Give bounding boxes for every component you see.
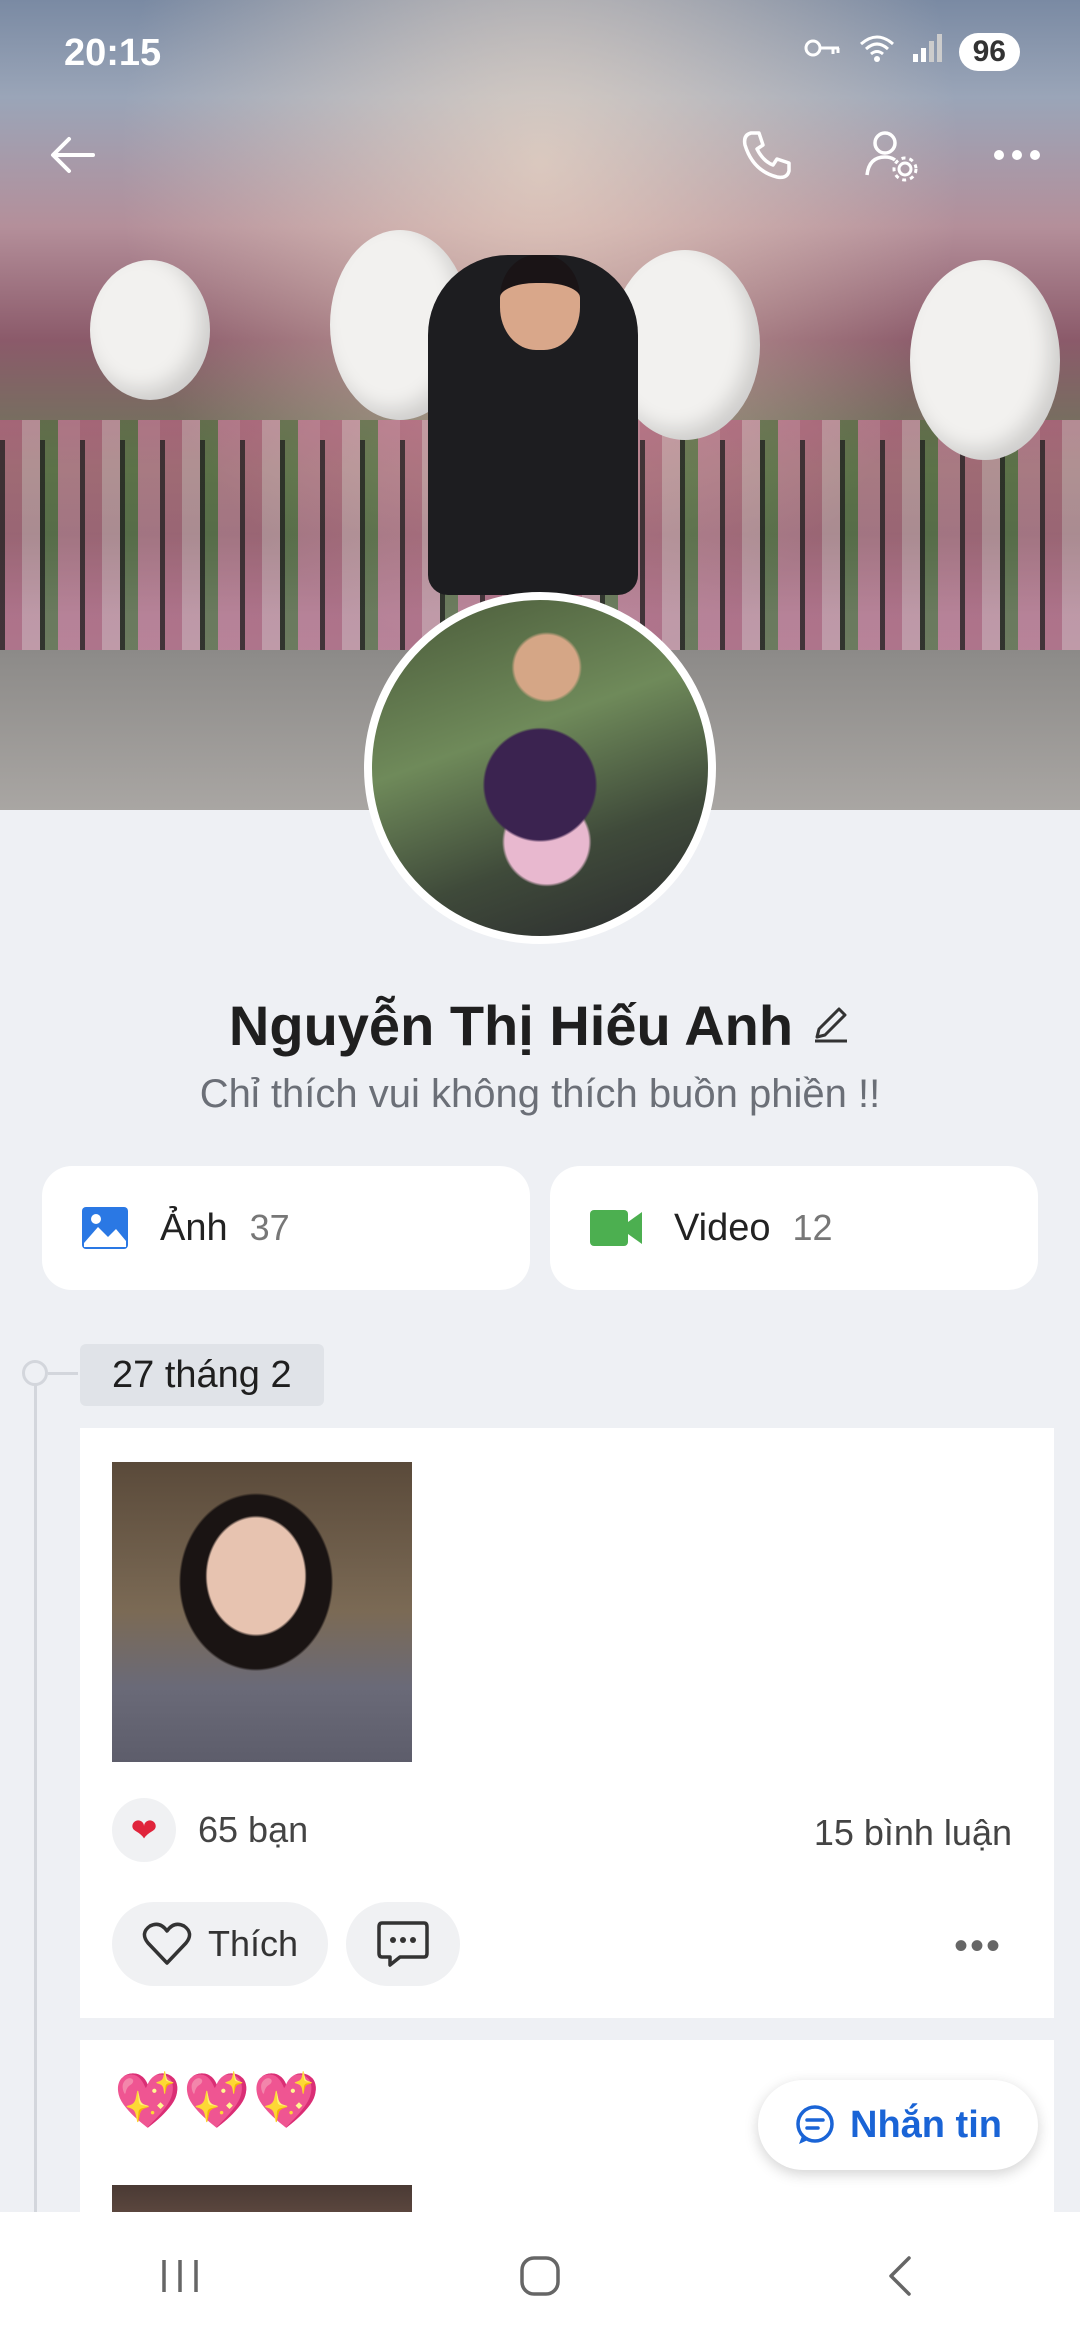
timeline-line	[34, 1372, 37, 2232]
snowman-left	[90, 260, 210, 400]
recent-apps-icon	[162, 2260, 198, 2292]
snowman-donald	[910, 260, 1060, 460]
like-label: Thích	[208, 1923, 299, 1964]
message-label: Nhắn tin	[850, 2103, 1002, 2146]
more-horizontal-icon	[994, 150, 1040, 160]
wifi-icon	[857, 32, 897, 72]
timeline-date: 27 tháng 2	[80, 1344, 324, 1406]
post-more-button[interactable]: •••	[954, 1924, 1002, 1969]
back-arrow-icon	[51, 137, 95, 173]
status-icons: 96	[803, 32, 1020, 72]
post-photo[interactable]	[112, 1462, 412, 1762]
timeline-dot	[22, 1360, 48, 1386]
user-settings-icon	[865, 131, 918, 182]
back-button[interactable]	[38, 120, 108, 190]
heart-reaction-icon: ❤	[112, 1798, 176, 1862]
edit-name-button[interactable]	[811, 1003, 851, 1048]
photo-icon	[82, 1207, 128, 1249]
videos-count: 12	[792, 1207, 833, 1248]
cover-person-head	[500, 255, 580, 350]
post-card[interactable]: ❤ 65 bạn 15 bình luận Thích •••	[80, 1428, 1054, 2018]
comment-count[interactable]: 15 bình luận	[814, 1812, 1012, 1854]
comment-icon	[377, 1921, 429, 1967]
home-button[interactable]	[480, 2236, 600, 2316]
photos-card[interactable]: Ảnh 37	[42, 1166, 530, 1290]
video-camera-icon	[590, 1210, 642, 1246]
chat-bubble-icon	[796, 2105, 834, 2144]
profile-name: Nguyễn Thị Hiếu Anh	[228, 993, 794, 1057]
post2-text: 💖💖💖	[114, 2071, 322, 2131]
chevron-left-icon	[889, 2256, 911, 2296]
key-icon	[803, 33, 843, 71]
signal-icon	[911, 32, 945, 72]
videos-label: Video	[674, 1206, 771, 1249]
more-options-button[interactable]	[982, 120, 1052, 190]
heart-outline-icon	[142, 1922, 192, 1965]
photos-count: 37	[249, 1207, 290, 1248]
comment-button[interactable]	[346, 1902, 460, 1986]
status-bar: 20:15 96	[0, 0, 1080, 110]
profile-status: Chỉ thích vui không thích buồn phiền !!	[199, 1072, 881, 1116]
call-button[interactable]	[730, 120, 800, 190]
home-icon	[520, 2256, 560, 2296]
system-back-button[interactable]	[840, 2236, 960, 2316]
post-reactions[interactable]: ❤ 65 bạn	[112, 1798, 308, 1862]
recent-apps-button[interactable]	[120, 2236, 240, 2316]
avatar[interactable]	[364, 592, 716, 944]
profile-name-row: Nguyễn Thị Hiếu Anh	[0, 990, 1080, 1060]
photos-label: Ảnh	[160, 1206, 228, 1249]
like-button[interactable]: Thích	[112, 1902, 329, 1986]
pencil-icon	[815, 1007, 848, 1042]
phone-icon	[742, 131, 791, 180]
message-button[interactable]: Nhắn tin	[758, 2080, 1038, 2170]
timeline-connector	[48, 1372, 78, 1375]
reaction-count: 65 bạn	[198, 1809, 309, 1850]
status-time: 20:15	[64, 32, 162, 74]
profile-settings-button[interactable]	[856, 120, 926, 190]
videos-card[interactable]: Video 12	[550, 1166, 1038, 1290]
top-nav	[0, 120, 1080, 190]
system-nav-bar	[0, 2212, 1080, 2340]
battery-indicator: 96	[958, 33, 1020, 71]
